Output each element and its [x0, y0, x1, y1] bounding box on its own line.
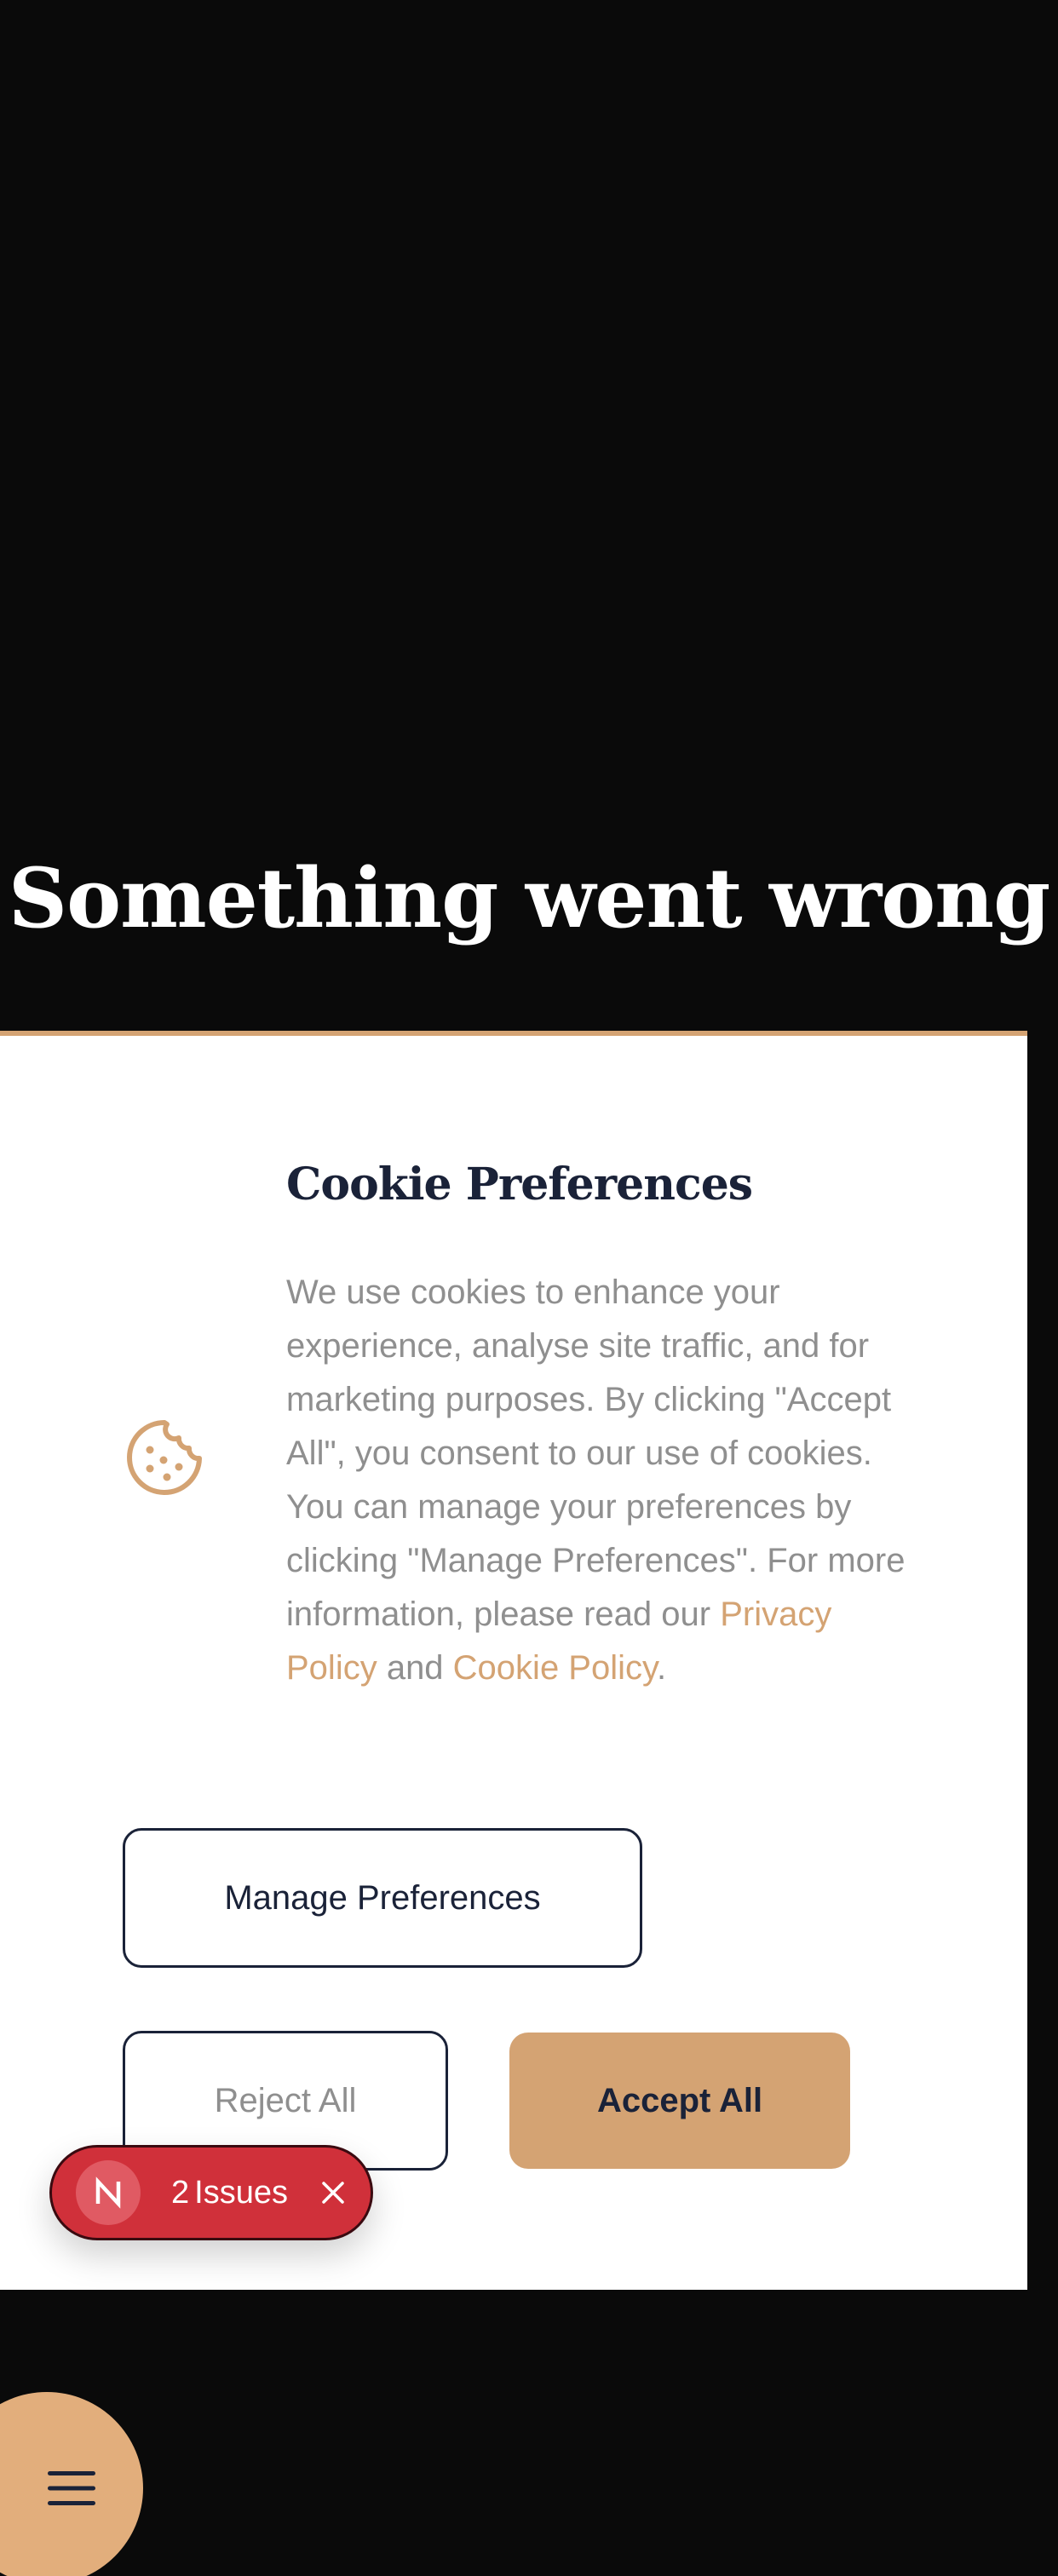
- cookie-policy-link[interactable]: Cookie Policy: [453, 1649, 657, 1687]
- cookie-banner: Cookie Preferences We use cookies to enh…: [0, 1031, 1027, 2290]
- cookie-description-and: and: [377, 1649, 453, 1687]
- cookie-description-text: We use cookies to enhance your experienc…: [286, 1274, 906, 1633]
- cookie-description-end: .: [657, 1649, 667, 1687]
- manage-preferences-button[interactable]: Manage Preferences: [123, 1828, 642, 1968]
- accept-all-button[interactable]: Accept All: [509, 2033, 850, 2169]
- nextjs-n-icon[interactable]: [76, 2160, 141, 2225]
- page-title: Something went wrong: [8, 850, 1050, 946]
- issues-badge[interactable]: 2 Issues: [49, 2145, 373, 2240]
- issues-count-label[interactable]: 2 Issues: [171, 2175, 293, 2211]
- cookie-banner-description: We use cookies to enhance your experienc…: [286, 1266, 917, 1695]
- issues-label: Issues: [194, 2174, 288, 2211]
- close-icon[interactable]: [319, 2178, 348, 2207]
- cookie-banner-title: Cookie Preferences: [286, 1159, 753, 1210]
- hamburger-menu-icon: [48, 2471, 95, 2505]
- issues-count: 2: [171, 2174, 190, 2211]
- cookie-icon: [124, 1417, 204, 1498]
